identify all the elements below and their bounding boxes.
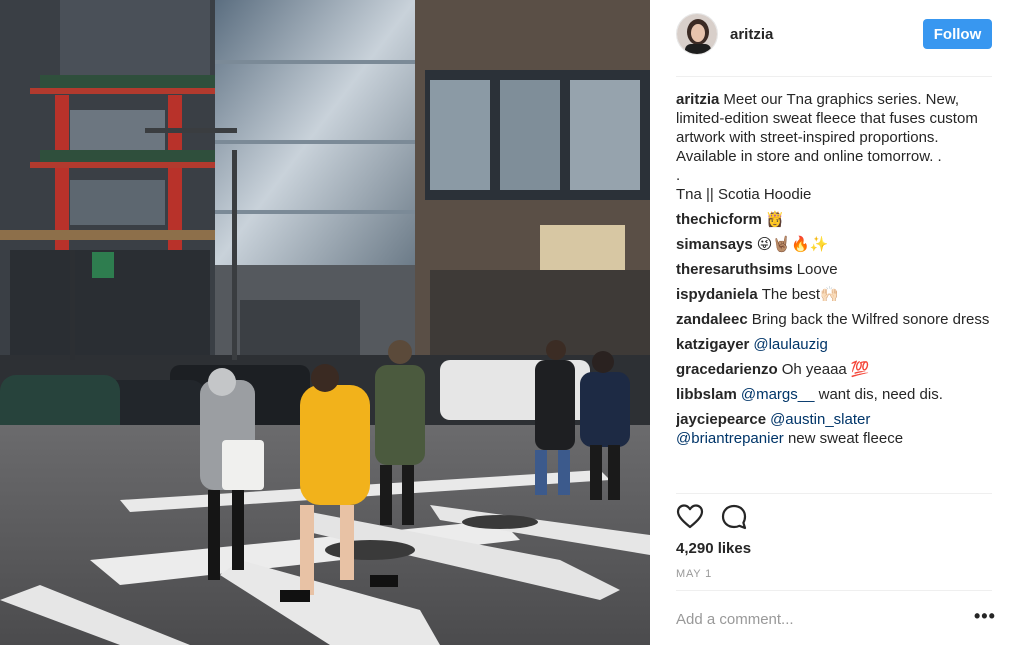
comments-divider (676, 493, 992, 494)
comment-username[interactable]: katzigayer (676, 336, 749, 353)
comment-text: The best🙌🏻 (761, 286, 839, 303)
header-divider (676, 76, 992, 77)
comment-username[interactable]: ispydaniela (676, 286, 758, 303)
comment-item: ispydaniela The best🙌🏻 (676, 285, 992, 304)
heart-icon[interactable] (676, 503, 704, 531)
comment-item: zandaleec Bring back the Wilfred sonore d… (676, 310, 992, 329)
footer-divider (676, 590, 992, 591)
comment-username[interactable]: theresaruthsims (676, 261, 793, 278)
avatar-image-icon (677, 14, 717, 54)
comment-text: 😜🤘🏽🔥✨ (756, 236, 829, 253)
post-header: aritzia Follow (676, 12, 992, 56)
comment-mention[interactable]: @margs__ (741, 386, 815, 403)
comment-item: jayciepearce @austin_slater @briantrepanie… (676, 410, 992, 448)
comment-mention[interactable]: @briantrepanier (676, 430, 784, 447)
post-details-panel: aritzia Follow aritzia Meet our Tna graph… (650, 0, 1012, 645)
comments-list[interactable]: aritzia Meet our Tna graphics series. New… (676, 90, 992, 492)
comment-username[interactable]: thechicform (676, 211, 762, 228)
post-date[interactable]: MAY 1 (676, 568, 712, 580)
comment-text: 👸 (765, 211, 785, 228)
post-photo[interactable] (0, 0, 650, 645)
comment-item: simansays 😜🤘🏽🔥✨ (676, 235, 992, 254)
avatar[interactable] (676, 13, 718, 55)
comment-item: thechicform 👸 (676, 210, 992, 229)
caption: aritzia Meet our Tna graphics series. New… (676, 90, 992, 204)
add-comment-input[interactable] (676, 608, 966, 630)
street-scene-image (0, 0, 650, 645)
comment-mention[interactable]: @austin_slater (770, 411, 870, 428)
comment-text: Bring back the Wilfred sonore dress (751, 311, 990, 328)
comment-username[interactable]: zandaleec (676, 311, 748, 328)
comment-text: Oh yeaaa 💯 (781, 361, 870, 378)
comment-username[interactable]: simansays (676, 236, 753, 253)
comment-item: theresaruthsims Loove (676, 260, 992, 279)
comment-text: Loove (796, 261, 838, 278)
comment-item: gracedarienzo Oh yeaaa 💯 (676, 360, 992, 379)
comment-text: want dis, need dis. (818, 386, 943, 403)
comment-username[interactable]: jayciepearce (676, 411, 766, 428)
post-author-username[interactable]: aritzia (730, 26, 923, 43)
comment-username[interactable]: libbslam (676, 386, 737, 403)
likes-count[interactable]: 4,290 likes (676, 540, 751, 557)
comment-mention[interactable]: @laulauzig (753, 336, 827, 353)
comment-text: new sweat fleece (787, 430, 904, 447)
follow-button[interactable]: Follow (923, 19, 992, 49)
comment-bubble-icon[interactable] (720, 503, 748, 531)
caption-username[interactable]: aritzia (676, 91, 719, 108)
action-bar (676, 503, 748, 531)
more-options-icon[interactable]: ••• (974, 607, 996, 625)
caption-text: Meet our Tna graphics series. New, limit… (676, 91, 978, 203)
comment-username[interactable]: gracedarienzo (676, 361, 778, 378)
comment-item: libbslam @margs__ want dis, need dis. (676, 385, 992, 404)
comment-item: katzigayer @laulauzig (676, 335, 992, 354)
